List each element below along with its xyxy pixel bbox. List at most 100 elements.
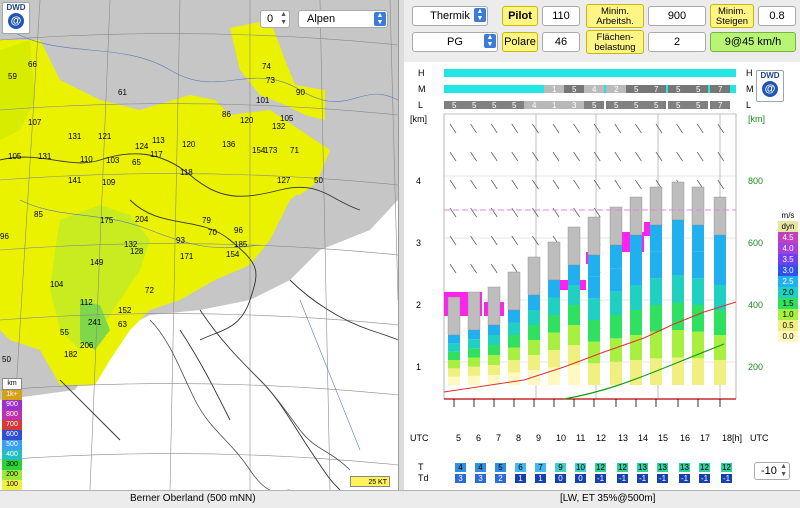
thermal-column — [568, 265, 580, 285]
dewpoint-cell: -1 — [721, 474, 732, 483]
thermal-column — [692, 225, 704, 252]
map-canvas — [0, 0, 398, 490]
low-cloud-label: 4 — [532, 101, 537, 110]
level-stepper[interactable]: 0 ▲ ▼ — [260, 10, 290, 28]
thermal-column — [508, 347, 520, 360]
scale-item: 1.0 — [778, 309, 798, 320]
mid-cloud-label: 1 — [552, 85, 557, 94]
temperature-cell: 13 — [679, 463, 690, 472]
scale-item: 2.5 — [778, 276, 798, 287]
thermal-column — [610, 338, 622, 362]
thermal-column — [650, 305, 662, 332]
map-value: 121 — [98, 132, 112, 141]
cumulus-column — [507, 271, 521, 311]
map-value: 131 — [68, 132, 82, 141]
dewpoint-cell: 1 — [535, 474, 546, 483]
pilot-button[interactable]: Pilot — [502, 6, 538, 26]
thermal-column — [672, 247, 684, 275]
thermal-column — [588, 298, 600, 320]
pilot-weight-field[interactable]: 110 — [542, 6, 580, 26]
thermal-column — [448, 343, 460, 352]
scale-item: 0.0 — [778, 331, 798, 342]
map-value: 124 — [135, 142, 149, 151]
mid-cloud-label: 7 — [718, 85, 723, 94]
thermik-select[interactable]: Thermik ▲ ▼ — [412, 6, 488, 26]
scale-item: 3.0 — [778, 265, 798, 276]
map-value: 107 — [28, 118, 42, 127]
offset-value: -10 — [761, 465, 777, 477]
map-value: 103 — [106, 156, 120, 165]
row-label-mid-right: M — [746, 84, 754, 94]
thermal-column — [714, 260, 726, 285]
scale-item: 0.5 — [778, 320, 798, 331]
polare-label: Polare — [502, 32, 538, 52]
thermal-column — [650, 278, 662, 305]
km-axis-tick: 3 — [416, 238, 422, 248]
low-cloud-label: 5 — [696, 101, 701, 110]
map-value: 118 — [180, 168, 193, 177]
dewpoint-cell: 1 — [515, 474, 526, 483]
temperature-cell: 12 — [699, 463, 710, 472]
cumulus-column — [629, 196, 643, 236]
chevron-updown-icon: ▲ ▼ — [374, 12, 386, 26]
wind-legend: 25 KT — [350, 476, 390, 487]
low-cloud-label: 5 — [452, 101, 457, 110]
dwd-logo-right: DWD @ — [756, 70, 784, 102]
stepper-arrows-icon[interactable]: ▲ ▼ — [780, 463, 787, 479]
legend-item: 700 — [2, 420, 22, 430]
row-label-low-right: L — [746, 100, 752, 110]
dewpoint-cell: -1 — [699, 474, 710, 483]
chevron-updown-icon: ▲ ▼ — [484, 34, 496, 48]
hour-label: 17 — [700, 433, 711, 443]
cumulus-column — [447, 296, 461, 336]
thermal-column — [488, 325, 500, 335]
pilot-value: 110 — [552, 10, 570, 22]
pilot-label: Pilot — [508, 10, 532, 22]
thermal-column — [508, 322, 520, 335]
thermal-column — [630, 285, 642, 310]
thermal-map[interactable]: 66 61 59 107 131 121 105 131 124 113 120 85 110 103 13… — [0, 0, 399, 490]
chevron-updown-icon: ▲ ▼ — [474, 8, 486, 22]
thermik-value: Thermik — [430, 10, 470, 22]
offset-stepper[interactable]: -10 ▲ ▼ — [754, 462, 790, 480]
map-value: 63 — [118, 320, 127, 329]
thermal-column — [630, 235, 642, 260]
dewpoint-cell: 2 — [495, 474, 506, 483]
min-steigen-label: Minim. Steigen — [710, 4, 754, 28]
map-value: 59 — [8, 72, 17, 81]
polare-field[interactable]: 46 — [542, 32, 580, 52]
cumulus-column — [487, 286, 501, 326]
mid-cloud-label: 2 — [614, 85, 619, 94]
thermal-column — [548, 350, 560, 368]
map-value: 90 — [296, 88, 305, 97]
thermal-column — [548, 315, 560, 333]
temperature-cell: 12 — [595, 463, 606, 472]
polare-text: Polare — [504, 36, 536, 48]
legend-item: 1k+ — [2, 390, 22, 400]
thermal-column — [508, 310, 520, 323]
temperature-cell: 4 — [455, 463, 466, 472]
temperature-cell: 10 — [575, 463, 586, 472]
stepper-arrows-icon[interactable]: ▲ ▼ — [280, 11, 287, 27]
result-display: 9@45 km/h — [710, 32, 796, 52]
thermal-column — [672, 302, 684, 330]
region-value: Alpen — [307, 13, 336, 25]
km-axis-tick: 4 — [416, 176, 422, 186]
row-label-mid: M — [418, 84, 426, 94]
cumulus-column — [649, 186, 663, 226]
hour-label: 8 — [516, 433, 522, 443]
dewpoint-cell: -1 — [595, 474, 606, 483]
flaechen-field[interactable]: 2 — [648, 32, 706, 52]
temperature-cell: 5 — [495, 463, 506, 472]
scale-item: 2.0 — [778, 287, 798, 298]
map-value: 131 — [38, 152, 52, 161]
min-steigen-field[interactable]: 0.8 — [758, 6, 796, 26]
min-arbeit-field[interactable]: 900 — [648, 6, 706, 26]
hour-label: 18[h] — [722, 433, 743, 443]
legend-item: 200 — [2, 470, 22, 480]
meteogram[interactable]: 15425755755554135555557 DWD @ H M L H M … — [404, 62, 800, 490]
glider-select[interactable]: PG ▲ ▼ — [412, 32, 498, 52]
wind-legend-label: 25 KT — [368, 479, 387, 486]
region-select[interactable]: Alpen ▲ ▼ — [298, 10, 388, 28]
dewpoint-cell: 3 — [475, 474, 486, 483]
